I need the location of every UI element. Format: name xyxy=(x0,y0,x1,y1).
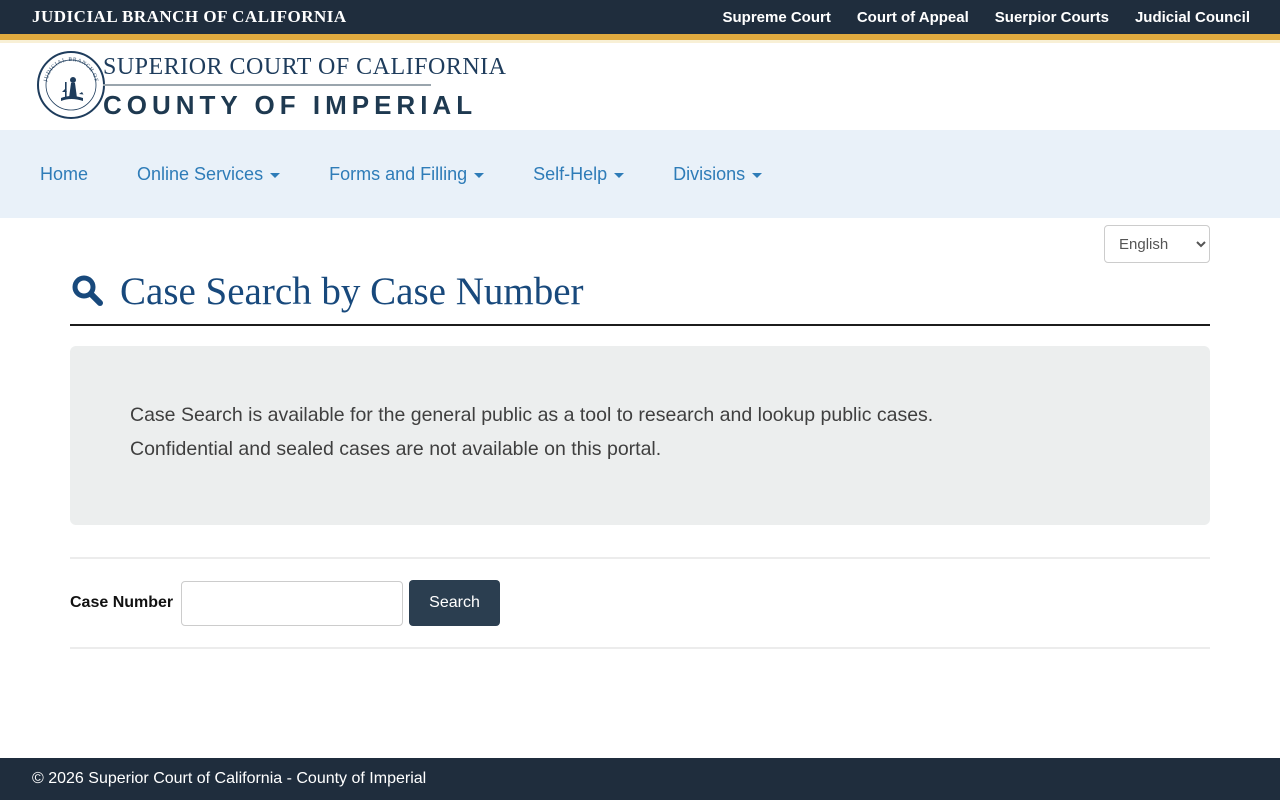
topbar-link-supreme-court[interactable]: Supreme Court xyxy=(722,9,830,26)
topbar-link-judicial-council[interactable]: Judicial Council xyxy=(1135,9,1250,26)
page-title-row: Case Search by Case Number xyxy=(70,265,1210,317)
caret-down-icon xyxy=(270,173,281,178)
language-row: English xyxy=(70,225,1210,263)
nav-item-online-services-label: Online Services xyxy=(137,163,264,184)
caret-down-icon xyxy=(752,173,763,178)
language-select[interactable]: English xyxy=(1104,225,1210,263)
caret-down-icon xyxy=(614,173,625,178)
seal-ring-text: JUDICIAL BRANCH OF CALIFORNIA xyxy=(36,50,98,84)
judicial-branch-brand: JUDICIAL BRANCH OF CALIFORNIA xyxy=(32,7,347,26)
nav-item-divisions-label: Divisions xyxy=(673,163,746,184)
notice-line-2: Confidential and sealed cases are not av… xyxy=(130,438,662,460)
nav-item-self-help-label: Self-Help xyxy=(533,163,608,184)
nav-item-forms-and-filling[interactable]: Forms and Filling xyxy=(329,163,485,185)
page: JUDICIAL BRANCH OF CALIFORNIA Supreme Co… xyxy=(0,0,1280,800)
case-number-label: Case Number xyxy=(70,594,174,611)
site-header: JUDICIAL BRANCH OF CALIFORNIA SUPERIOR C… xyxy=(0,43,1280,130)
nav-item-home-label: Home xyxy=(40,163,89,184)
header-divider-rule xyxy=(103,84,431,86)
form-top-divider xyxy=(70,557,1210,559)
notice-line-1: Case Search is available for the general… xyxy=(130,404,934,426)
nav-item-self-help[interactable]: Self-Help xyxy=(533,163,625,185)
case-search-form: Case Number Search xyxy=(70,580,1210,626)
nav-item-divisions[interactable]: Divisions xyxy=(673,163,763,185)
topbar-links: Supreme Court Court of Appeal Suerpior C… xyxy=(722,9,1250,26)
government-topbar: JUDICIAL BRANCH OF CALIFORNIA Supreme Co… xyxy=(0,0,1280,34)
caret-down-icon xyxy=(474,173,485,178)
main-content: English Case Search by Case Number Case … xyxy=(0,225,1280,649)
nav-item-forms-and-filling-label: Forms and Filling xyxy=(329,163,468,184)
header-text-block: SUPERIOR COURT OF CALIFORNIA COUNTY OF I… xyxy=(103,54,507,121)
county-name: COUNTY OF IMPERIAL xyxy=(103,90,478,120)
site-footer: © 2026 Superior Court of California - Co… xyxy=(0,758,1280,800)
search-icon xyxy=(72,275,103,306)
court-name: SUPERIOR COURT OF CALIFORNIA xyxy=(103,54,507,80)
form-bottom-divider xyxy=(70,647,1210,649)
page-title: Case Search by Case Number xyxy=(120,269,584,313)
case-number-input[interactable] xyxy=(181,580,404,626)
title-underline-rule xyxy=(70,324,1210,326)
main-navigation: Home Online Services Forms and Filling S… xyxy=(0,130,1280,218)
nav-item-home[interactable]: Home xyxy=(40,164,88,185)
svg-text:JUDICIAL BRANCH OF CALIFORNIA: JUDICIAL BRANCH OF CALIFORNIA xyxy=(36,50,99,84)
public-notice-box: Case Search is available for the general… xyxy=(70,346,1210,525)
court-seal-logo: JUDICIAL BRANCH OF CALIFORNIA xyxy=(36,50,105,119)
search-button[interactable]: Search xyxy=(409,580,500,626)
topbar-link-court-of-appeal[interactable]: Court of Appeal xyxy=(857,9,969,26)
nav-item-online-services[interactable]: Online Services xyxy=(137,163,281,185)
seal-figure xyxy=(61,77,84,101)
copyright-text: © 2026 Superior Court of California - Co… xyxy=(32,770,427,787)
topbar-link-superior-courts[interactable]: Suerpior Courts xyxy=(995,9,1109,26)
